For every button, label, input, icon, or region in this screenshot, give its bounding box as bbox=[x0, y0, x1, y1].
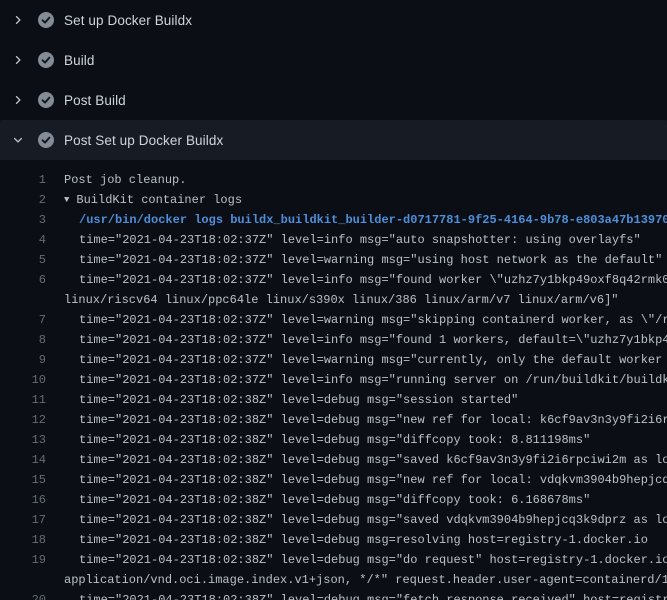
log-line-text: time="2021-04-23T18:02:38Z" level=debug … bbox=[79, 550, 667, 570]
log-row: 11 time="2021-04-23T18:02:38Z" level=debu… bbox=[0, 390, 667, 410]
chevron-right-icon bbox=[10, 52, 26, 68]
log-line-text: time="2021-04-23T18:02:37Z" level=warnin… bbox=[79, 250, 662, 270]
step-row-build[interactable]: Build bbox=[0, 40, 667, 80]
line-number[interactable]: 5 bbox=[0, 250, 46, 270]
log-area: 1 Post job cleanup. 2 ▼ BuildKit container l… bbox=[0, 160, 667, 600]
log-row: 4 time="2021-04-23T18:02:37Z" level=info … bbox=[0, 230, 667, 250]
log-line-text: time="2021-04-23T18:02:38Z" level=debug … bbox=[79, 410, 667, 430]
line-number[interactable]: 4 bbox=[0, 230, 46, 250]
line-number[interactable]: 3 bbox=[0, 210, 46, 230]
line-number[interactable]: 2 bbox=[0, 190, 46, 210]
log-line-text: /usr/bin/docker logs buildx_buildkit_bui… bbox=[79, 210, 667, 230]
log-group-row: 2 ▼ BuildKit container logs bbox=[0, 190, 667, 210]
log-row: 8 time="2021-04-23T18:02:37Z" level=info … bbox=[0, 330, 667, 350]
step-row-post-build[interactable]: Post Build bbox=[0, 80, 667, 120]
step-label: Build bbox=[64, 53, 95, 68]
line-number[interactable]: 16 bbox=[0, 490, 46, 510]
log-command-row: 3/usr/bin/docker logs buildx_buildkit_bu… bbox=[0, 210, 667, 230]
log-row: 17 time="2021-04-23T18:02:38Z" level=debu… bbox=[0, 510, 667, 530]
log-line-text: time="2021-04-23T18:02:38Z" level=debug … bbox=[79, 530, 648, 550]
log-line-text: time="2021-04-23T18:02:38Z" level=debug … bbox=[79, 470, 667, 490]
log-row: 6 time="2021-04-23T18:02:37Z" level=info … bbox=[0, 270, 667, 290]
chevron-right-icon bbox=[10, 12, 26, 28]
log-row: 13 time="2021-04-23T18:02:38Z" level=debu… bbox=[0, 430, 667, 450]
log-line-text: time="2021-04-23T18:02:37Z" level=info m… bbox=[79, 230, 641, 250]
line-number[interactable]: 13 bbox=[0, 430, 46, 450]
log-group-title: BuildKit container logs bbox=[76, 193, 242, 207]
log-group-label[interactable]: ▼ BuildKit container logs bbox=[64, 190, 242, 210]
log-line-text: time="2021-04-23T18:02:38Z" level=debug … bbox=[79, 510, 667, 530]
line-number bbox=[0, 570, 46, 590]
line-number[interactable]: 10 bbox=[0, 370, 46, 390]
line-number[interactable]: 18 bbox=[0, 530, 46, 550]
chevron-right-icon bbox=[10, 92, 26, 108]
actions-log-panel: Set up Docker Buildx Build Post Build Post … bbox=[0, 0, 667, 600]
log-row: 12 time="2021-04-23T18:02:38Z" level=debu… bbox=[0, 410, 667, 430]
check-circle-icon bbox=[38, 92, 54, 108]
log-line-text: time="2021-04-23T18:02:38Z" level=debug … bbox=[79, 390, 518, 410]
log-line-text: linux/riscv64 linux/ppc64le linux/s390x … bbox=[64, 290, 619, 310]
log-line-text: time="2021-04-23T18:02:37Z" level=info m… bbox=[79, 330, 667, 350]
group-expanded-triangle-icon: ▼ bbox=[64, 190, 69, 210]
chevron-down-icon bbox=[10, 132, 26, 148]
log-line-text: time="2021-04-23T18:02:38Z" level=debug … bbox=[79, 430, 590, 450]
line-number[interactable]: 6 bbox=[0, 270, 46, 290]
line-number[interactable]: 8 bbox=[0, 330, 46, 350]
check-circle-icon bbox=[38, 52, 54, 68]
log-row: 15 time="2021-04-23T18:02:38Z" level=debu… bbox=[0, 470, 667, 490]
line-number[interactable]: 14 bbox=[0, 450, 46, 470]
line-number[interactable]: 7 bbox=[0, 310, 46, 330]
step-row-post-set-up-docker-buildx[interactable]: Post Set up Docker Buildx bbox=[0, 120, 667, 160]
log-line-text: time="2021-04-23T18:02:37Z" level=info m… bbox=[79, 270, 667, 290]
line-number[interactable]: 12 bbox=[0, 410, 46, 430]
step-label: Post Set up Docker Buildx bbox=[64, 133, 223, 148]
line-number[interactable]: 9 bbox=[0, 350, 46, 370]
line-number[interactable]: 19 bbox=[0, 550, 46, 570]
log-line-text: time="2021-04-23T18:02:37Z" level=info m… bbox=[79, 370, 667, 390]
log-row: 1 Post job cleanup. bbox=[0, 170, 667, 190]
log-row: 20 time="2021-04-23T18:02:38Z" level=debu… bbox=[0, 590, 667, 600]
log-row: 14 time="2021-04-23T18:02:38Z" level=debu… bbox=[0, 450, 667, 470]
log-row: 7 time="2021-04-23T18:02:37Z" level=warni… bbox=[0, 310, 667, 330]
log-line-text: time="2021-04-23T18:02:38Z" level=debug … bbox=[79, 490, 590, 510]
log-row: 10 time="2021-04-23T18:02:37Z" level=info… bbox=[0, 370, 667, 390]
log-wrap-row: linux/riscv64 linux/ppc64le linux/s390x … bbox=[0, 290, 667, 310]
log-row: 16 time="2021-04-23T18:02:38Z" level=debu… bbox=[0, 490, 667, 510]
line-number bbox=[0, 290, 46, 310]
log-line-text: time="2021-04-23T18:02:38Z" level=debug … bbox=[79, 590, 667, 600]
line-number[interactable]: 11 bbox=[0, 390, 46, 410]
steps-list: Set up Docker Buildx Build Post Build Post … bbox=[0, 0, 667, 160]
step-label: Post Build bbox=[64, 93, 126, 108]
line-number[interactable]: 20 bbox=[0, 590, 46, 600]
line-number[interactable]: 15 bbox=[0, 470, 46, 490]
log-line-text: application/vnd.oci.image.index.v1+json,… bbox=[64, 570, 667, 590]
log-row: 18 time="2021-04-23T18:02:38Z" level=debu… bbox=[0, 530, 667, 550]
line-number[interactable]: 1 bbox=[0, 170, 46, 190]
log-line-text: time="2021-04-23T18:02:37Z" level=warnin… bbox=[79, 310, 667, 330]
step-label: Set up Docker Buildx bbox=[64, 13, 192, 28]
log-line-text: time="2021-04-23T18:02:38Z" level=debug … bbox=[79, 450, 667, 470]
line-number[interactable]: 17 bbox=[0, 510, 46, 530]
check-circle-icon bbox=[38, 132, 54, 148]
log-row: 5 time="2021-04-23T18:02:37Z" level=warni… bbox=[0, 250, 667, 270]
step-row-set-up-docker-buildx[interactable]: Set up Docker Buildx bbox=[0, 0, 667, 40]
log-row: 9 time="2021-04-23T18:02:37Z" level=warni… bbox=[0, 350, 667, 370]
log-line-text: time="2021-04-23T18:02:37Z" level=warnin… bbox=[79, 350, 667, 370]
log-line-text: Post job cleanup. bbox=[64, 170, 186, 190]
log-row: 19 time="2021-04-23T18:02:38Z" level=debu… bbox=[0, 550, 667, 570]
log-wrap-row: application/vnd.oci.image.index.v1+json,… bbox=[0, 570, 667, 590]
check-circle-icon bbox=[38, 12, 54, 28]
